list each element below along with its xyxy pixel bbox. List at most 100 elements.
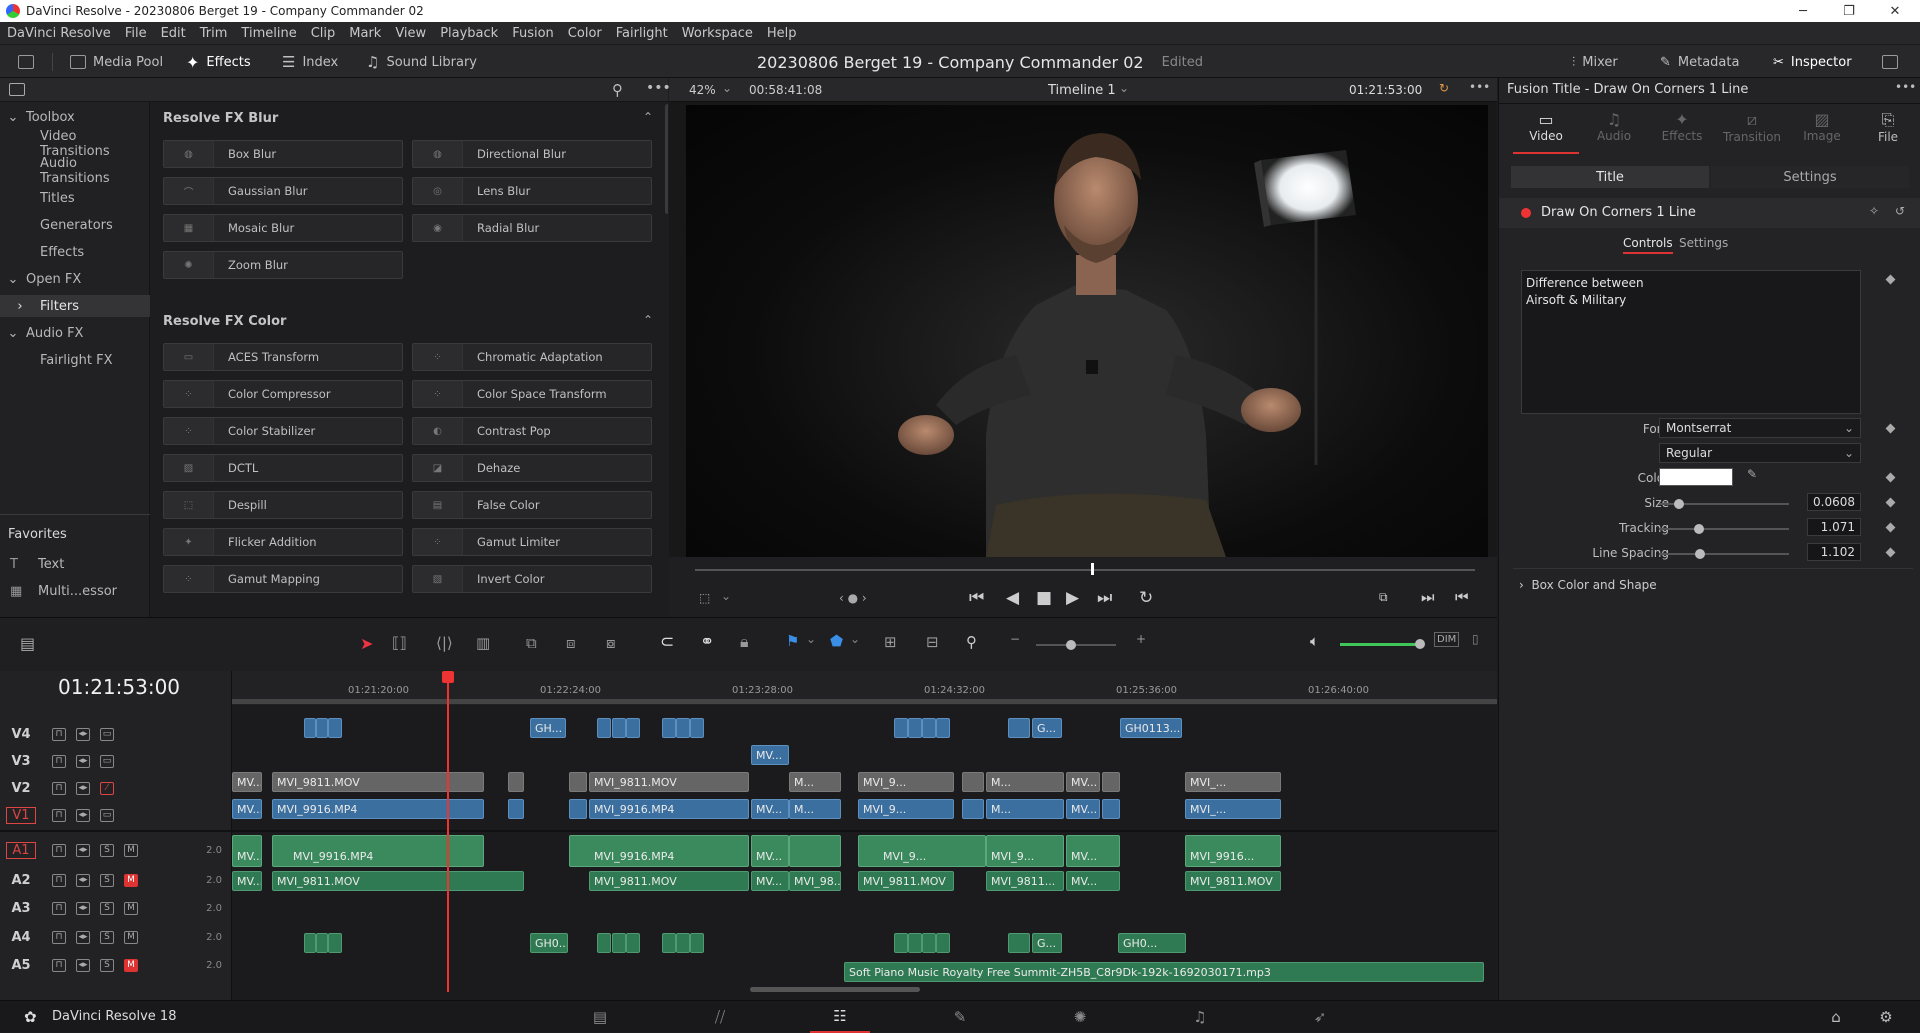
- font-style-dropdown[interactable]: Regular ⌄: [1659, 443, 1861, 463]
- auto-select-icon[interactable]: ◂▸: [76, 930, 90, 944]
- index-button[interactable]: ☰ Index: [282, 45, 338, 79]
- effects-scrollbar[interactable]: [665, 104, 668, 214]
- fx-lens-blur[interactable]: ◎ Lens Blur: [412, 177, 652, 205]
- timeline-name[interactable]: Timeline 1: [1048, 83, 1116, 98]
- clip-a2[interactable]: MVI_9811.MOV: [858, 871, 954, 891]
- clip-a4[interactable]: G...: [1032, 933, 1062, 953]
- clip-a1[interactable]: MVI_9916...: [1185, 835, 1281, 867]
- tab-image[interactable]: ▨ Image: [1789, 110, 1855, 154]
- fx-aces-transform[interactable]: ▭ ACES Transform: [163, 343, 403, 371]
- menu-mark[interactable]: Mark: [342, 26, 388, 41]
- clip-v1[interactable]: MV...: [751, 799, 789, 819]
- timeline-tracks-area[interactable]: 01:21:20:00 01:22:24:00 01:23:28:00 01:2…: [232, 671, 1497, 1000]
- audio-meter-icon[interactable]: ▯: [1472, 632, 1479, 646]
- tracking-slider[interactable]: [1659, 524, 1789, 534]
- sync-icon[interactable]: ↻: [1439, 81, 1449, 95]
- clip-v2[interactable]: MVI_9...: [858, 772, 954, 792]
- lock-icon[interactable]: ⊓: [52, 930, 66, 944]
- ctrl-tab-settings[interactable]: Settings: [1679, 236, 1728, 250]
- fx-color-space-transform[interactable]: ⁘ Color Space Transform: [412, 380, 652, 408]
- title-text-input[interactable]: Difference between Airsoft & Military: [1521, 270, 1861, 414]
- fx-contrast-pop[interactable]: ◐ Contrast Pop: [412, 417, 652, 445]
- tree-open-fx[interactable]: ⌄ Open FX: [0, 268, 150, 290]
- track-disabled-icon[interactable]: ⁄: [100, 781, 114, 795]
- sidebar-toggle-icon[interactable]: [9, 83, 25, 96]
- clip-a1[interactable]: MV...: [751, 835, 789, 867]
- clip-a2[interactable]: MV...: [232, 871, 262, 891]
- color-swatch[interactable]: [1659, 468, 1733, 486]
- keyframe-icon[interactable]: [1885, 547, 1896, 558]
- tab-effects[interactable]: ✦ Effects: [1649, 110, 1715, 154]
- trim-tool-icon[interactable]: ⟦⟧: [392, 634, 407, 652]
- deliver-page-icon[interactable]: ➶: [1290, 1001, 1350, 1033]
- clip-a1[interactable]: MVI_9...: [858, 835, 986, 867]
- menu-timeline[interactable]: Timeline: [234, 26, 303, 41]
- stop-icon[interactable]: ■: [1036, 588, 1052, 608]
- subtab-title[interactable]: Title: [1511, 166, 1709, 188]
- clip-a2[interactable]: MVI_9811.MOV: [589, 871, 749, 891]
- go-to-start-icon[interactable]: ⏮: [969, 588, 984, 608]
- tracking-value[interactable]: 1.071: [1807, 518, 1861, 536]
- cut-page-icon[interactable]: ⧸⧸: [690, 1001, 750, 1033]
- chevron-down-icon[interactable]: ⌄: [1119, 81, 1129, 95]
- auto-select-icon[interactable]: ◂▸: [76, 808, 90, 822]
- ctrl-tab-controls[interactable]: Controls: [1623, 236, 1673, 254]
- media-page-icon[interactable]: ▤: [570, 1001, 630, 1033]
- clip-v2[interactable]: MV...: [232, 772, 262, 792]
- solo-button[interactable]: S: [100, 843, 114, 857]
- loop-icon[interactable]: ↻: [1139, 588, 1153, 608]
- zoom-level[interactable]: 42%: [689, 83, 716, 97]
- go-to-end-icon[interactable]: ⏭: [1097, 588, 1112, 608]
- menu-edit[interactable]: Edit: [154, 26, 193, 41]
- clip-v1[interactable]: MVI_9916.MP4: [589, 799, 749, 819]
- fx-chromatic-adaptation[interactable]: ⁘ Chromatic Adaptation: [412, 343, 652, 371]
- clip-v4[interactable]: GH0113...: [1120, 718, 1182, 738]
- menu-view[interactable]: View: [388, 26, 433, 41]
- fx-gamut-mapping[interactable]: ⁘ Gamut Mapping: [163, 565, 403, 593]
- scrubber-playhead[interactable]: [1091, 563, 1094, 575]
- clip-a2[interactable]: MVI_9811.MOV: [272, 871, 524, 891]
- dynamic-trim-icon[interactable]: ⟨|⟩: [436, 634, 453, 652]
- mute-button-active[interactable]: M: [124, 873, 138, 887]
- track-enable-icon[interactable]: ▭: [100, 754, 114, 768]
- keyframe-icon[interactable]: [1885, 423, 1896, 434]
- chevron-down-icon[interactable]: ⌄: [721, 589, 731, 603]
- tab-video[interactable]: ▭ Video: [1513, 110, 1579, 154]
- zoom-custom-icon[interactable]: ⚲: [966, 633, 977, 651]
- metadata-button[interactable]: ✎ Metadata: [1660, 45, 1739, 79]
- solo-button[interactable]: S: [100, 958, 114, 972]
- edit-page-icon[interactable]: ☷: [810, 1001, 870, 1033]
- clip-v2[interactable]: MVI_...: [1185, 772, 1281, 792]
- size-value[interactable]: 0.0608: [1807, 493, 1861, 511]
- menu-davinci[interactable]: DaVinci Resolve: [0, 26, 118, 41]
- lock-icon[interactable]: ⊓: [52, 958, 66, 972]
- track-enable-icon[interactable]: ▭: [100, 808, 114, 822]
- dim-button[interactable]: DIM: [1434, 632, 1460, 647]
- media-pool-button[interactable]: Media Pool: [70, 45, 163, 79]
- clip-v2[interactable]: M...: [789, 772, 841, 792]
- zoom-detail-icon[interactable]: ⊟: [926, 633, 939, 651]
- line-spacing-value[interactable]: 1.102: [1807, 543, 1861, 561]
- fx-radial-blur[interactable]: ◉ Radial Blur: [412, 214, 652, 242]
- insert-clip-icon[interactable]: ⧉: [526, 634, 537, 652]
- tab-audio[interactable]: ♫ Audio: [1581, 110, 1647, 154]
- timeline-scrollbar[interactable]: [750, 987, 920, 992]
- effect-enable-toggle[interactable]: [1521, 208, 1531, 218]
- auto-select-icon[interactable]: ◂▸: [76, 958, 90, 972]
- auto-select-icon[interactable]: ◂▸: [76, 727, 90, 741]
- zoom-full-icon[interactable]: ⊞: [884, 633, 897, 651]
- more-options-icon[interactable]: •••: [1895, 80, 1916, 94]
- auto-select-icon[interactable]: ◂▸: [76, 754, 90, 768]
- chevron-down-icon[interactable]: ⌄: [722, 81, 732, 95]
- more-options-icon[interactable]: •••: [1469, 80, 1490, 94]
- auto-select-icon[interactable]: ◂▸: [76, 873, 90, 887]
- zoom-out-icon[interactable]: −: [1010, 632, 1020, 646]
- flag-icon[interactable]: ⚑: [786, 632, 799, 650]
- lock-icon[interactable]: ⊓: [52, 901, 66, 915]
- jog-control-icon[interactable]: ‹ ● ›: [839, 591, 867, 605]
- eyedropper-icon[interactable]: ✎: [1747, 467, 1757, 481]
- viewer-mode-icon[interactable]: ⬚: [699, 591, 710, 605]
- subtab-settings[interactable]: Settings: [1711, 166, 1909, 188]
- clip-v3[interactable]: MV...: [751, 745, 789, 765]
- lock-icon[interactable]: ⊓: [52, 843, 66, 857]
